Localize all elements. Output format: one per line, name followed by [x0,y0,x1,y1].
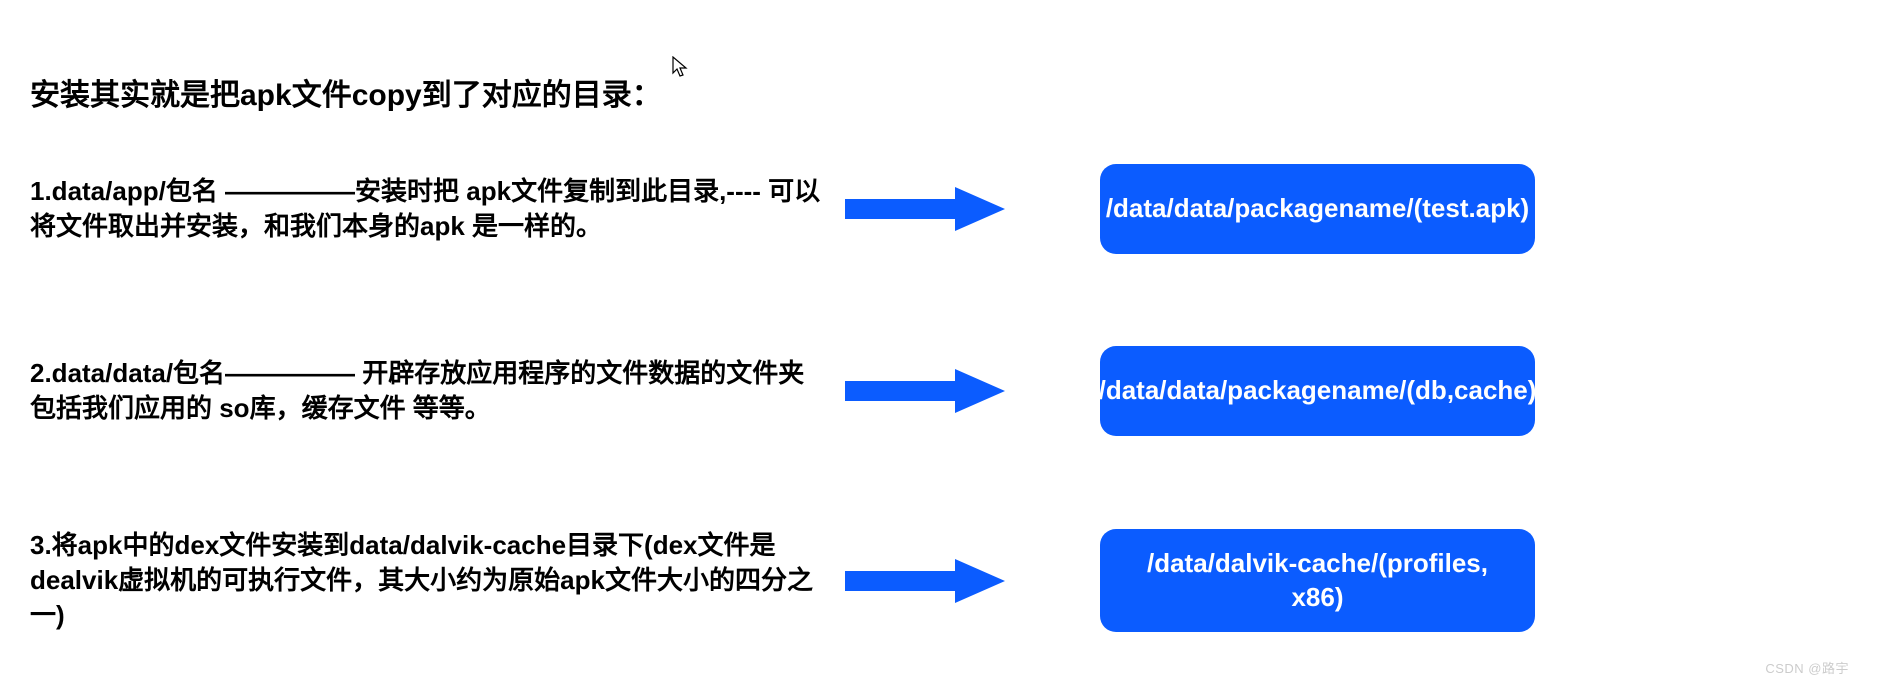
diagram-content: 安装其实就是把apk文件copy到了对应的目录： 1.data/app/包名 —… [0,0,1879,633]
row-1: 1.data/app/包名 —————安装时把 apk文件复制到此目录,----… [30,164,1849,254]
arrow-right-icon [845,184,1005,234]
arrow-3 [830,556,1020,606]
row-2: 2.data/data/包名————— 开辟存放应用程序的文件数据的文件夹包括我… [30,346,1849,436]
box-3: /data/dalvik-cache/(profiles, x86) [1100,529,1535,633]
watermark: CSDN @路宇 [1765,658,1849,677]
row-1-text: 1.data/app/包名 —————安装时把 apk文件复制到此目录,----… [30,174,830,244]
row-2-text: 2.data/data/包名————— 开辟存放应用程序的文件数据的文件夹包括我… [30,356,830,426]
box-2: /data/data/packagename/(db,cache) [1100,346,1535,436]
row-3: 3.将apk中的dex文件安装到data/dalvik-cache目录下(dex… [30,528,1849,633]
arrow-1 [830,184,1020,234]
heading: 安装其实就是把apk文件copy到了对应的目录： [30,70,1849,114]
row-3-text: 3.将apk中的dex文件安装到data/dalvik-cache目录下(dex… [30,528,830,633]
arrow-right-icon [845,556,1005,606]
arrow-right-icon [845,366,1005,416]
arrow-2 [830,366,1020,416]
box-1: /data/data/packagename/(test.apk) [1100,164,1535,254]
